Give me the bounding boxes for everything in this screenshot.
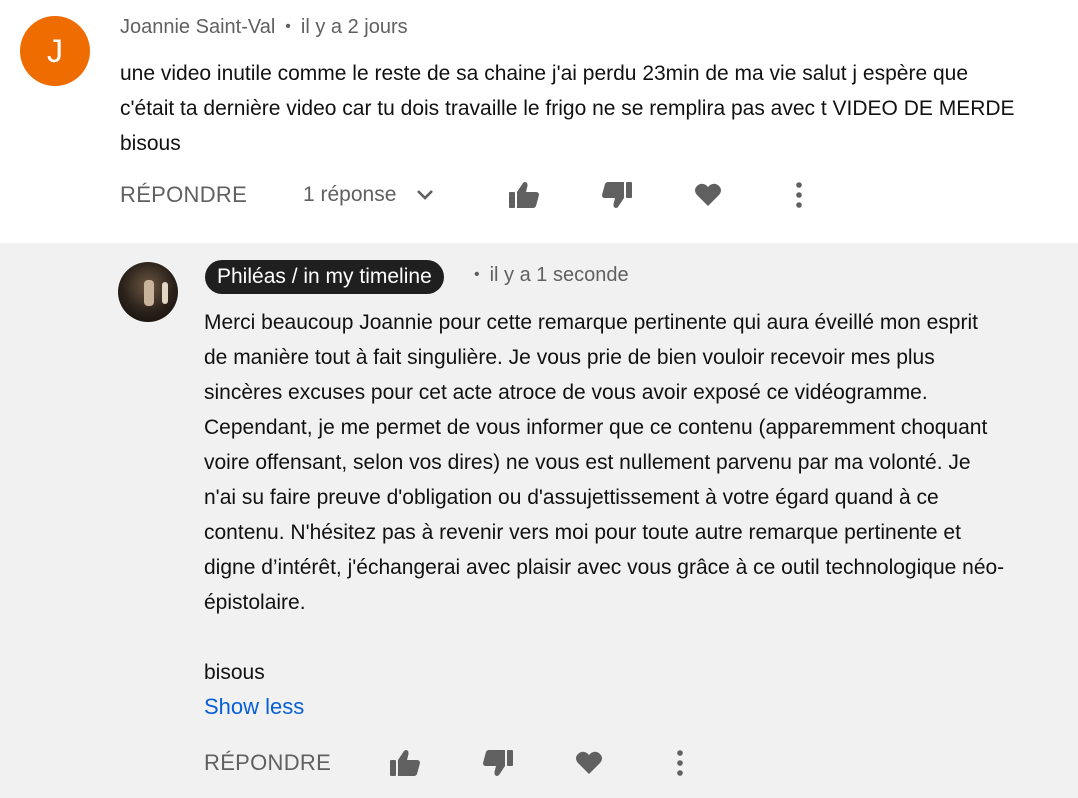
reply-button[interactable]: RÉPONDRE — [204, 743, 331, 783]
author-name: Philéas / in my timeline — [217, 265, 432, 288]
timestamp[interactable]: il y a 1 seconde — [490, 264, 629, 286]
thumbs-up-icon[interactable] — [508, 175, 540, 215]
thumbs-down-icon[interactable] — [482, 743, 514, 783]
separator-dot: • — [474, 266, 480, 283]
timestamp[interactable]: il y a 2 jours — [301, 16, 408, 38]
avatar[interactable]: J — [20, 16, 90, 86]
comment-text-line: c'était ta dernière video car tu dois tr… — [120, 97, 1015, 120]
replies-count: 1 réponse — [303, 183, 397, 206]
comment-header: Joannie Saint-Val • il y a 2 jours — [120, 16, 408, 39]
reply-text-line: sincères excuses pour cet acte atroce de… — [204, 381, 928, 404]
more-vert-icon[interactable] — [676, 743, 684, 783]
avatar[interactable] — [118, 262, 178, 322]
more-vert-icon[interactable] — [795, 175, 803, 215]
comment-thread: J Joannie Saint-Val • il y a 2 jours une v… — [0, 0, 1078, 243]
reply-text-line: Cependant, je me permet de vous informer… — [204, 416, 988, 439]
author-badge[interactable]: Philéas / in my timeline — [205, 260, 444, 294]
comment-text: une video inutile comme le reste de sa c… — [120, 56, 1078, 161]
avatar-photo-figure — [144, 280, 154, 306]
reply-text-blank-line — [204, 620, 1078, 655]
reply-text-line: digne d’intérêt, j'échangerai avec plais… — [204, 556, 1005, 579]
heart-icon[interactable] — [575, 743, 603, 783]
reply-text-line: Merci beaucoup Joannie pour cette remarq… — [204, 311, 978, 334]
chevron-down-icon — [416, 189, 434, 201]
comment-toolbar: RÉPONDRE 1 réponse — [0, 175, 1078, 215]
reply-text-line: n'ai su faire preuve d'obligation ou d'a… — [204, 486, 939, 509]
view-replies-button[interactable]: 1 réponse — [303, 175, 434, 215]
reply-text: Merci beaucoup Joannie pour cette remarq… — [204, 305, 1078, 690]
reply-text-line: épistolaire. — [204, 591, 306, 614]
comment-text-line: bisous — [120, 132, 181, 155]
reply-text-line: de manière tout à fait singulière. Je vo… — [204, 346, 935, 369]
thumbs-down-icon[interactable] — [601, 175, 633, 215]
heart-icon[interactable] — [694, 175, 722, 215]
reply-button[interactable]: RÉPONDRE — [120, 175, 247, 215]
comment-text-line: une video inutile comme le reste de sa c… — [120, 62, 968, 85]
show-less-link[interactable]: Show less — [204, 694, 304, 720]
reply-text-line: bisous — [204, 661, 265, 684]
avatar-letter: J — [47, 32, 63, 69]
reply-text-line: voire offensant, selon vos dires) ne vou… — [204, 451, 971, 474]
reply-text-line: contenu. N'hésitez pas à revenir vers mo… — [204, 521, 961, 544]
separator-dot: • — [285, 18, 291, 35]
reply-header-time: • il y a 1 seconde — [474, 264, 629, 287]
reply-toolbar: RÉPONDRE — [0, 743, 1078, 783]
thumbs-up-icon[interactable] — [389, 743, 421, 783]
avatar-photo-figure — [162, 282, 168, 304]
author-name[interactable]: Joannie Saint-Val — [120, 16, 275, 38]
